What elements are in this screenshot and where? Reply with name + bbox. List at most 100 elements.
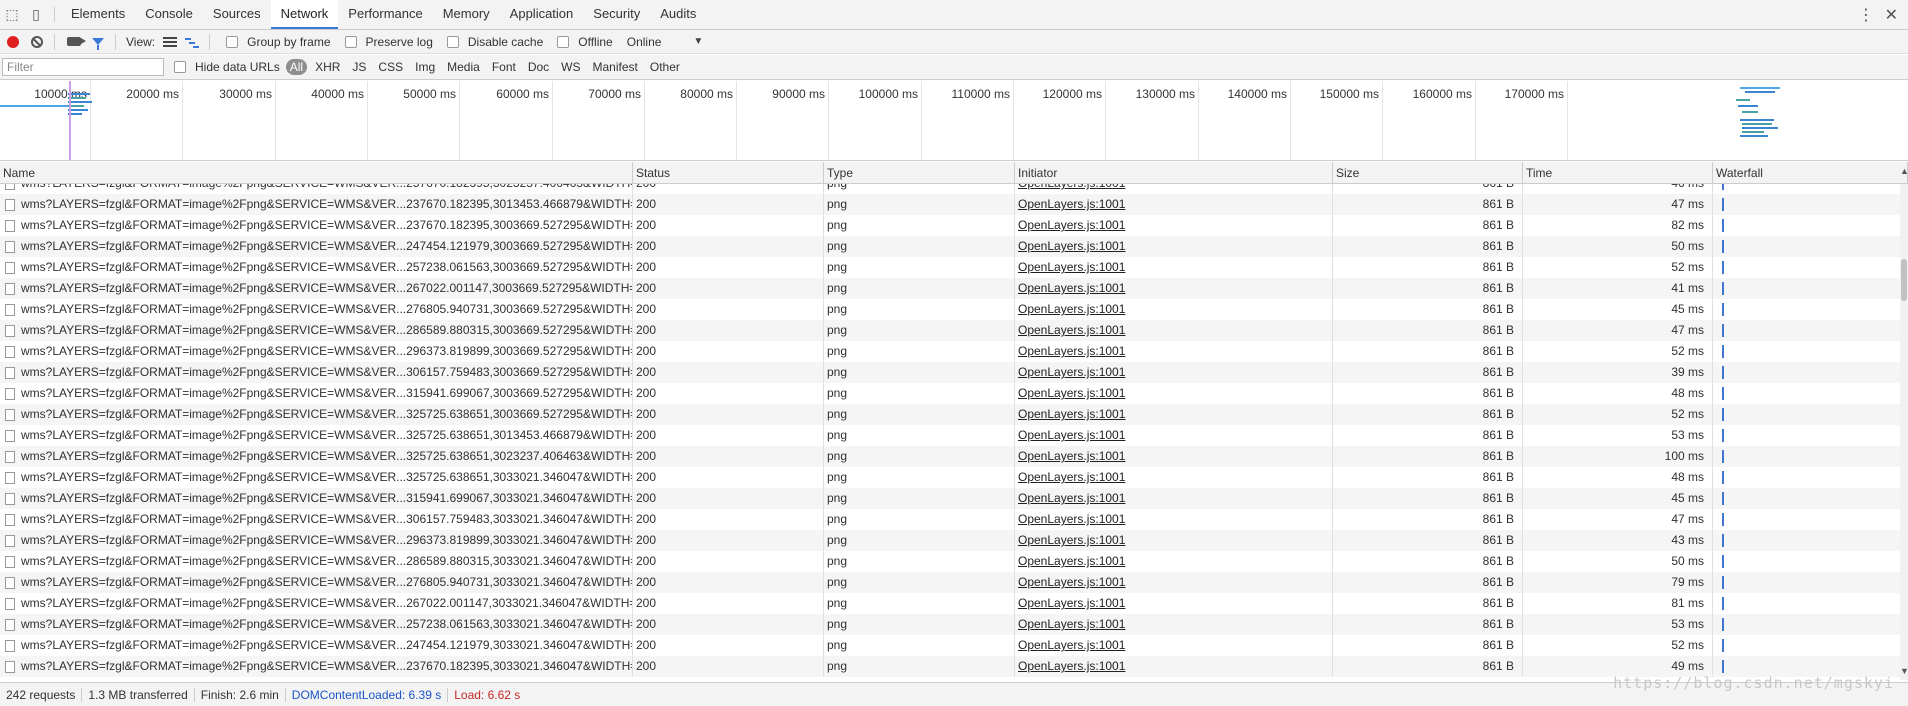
table-row[interactable]: wms?LAYERS=fzgl&FORMAT=image%2Fpng&SERVI… [0,278,1908,299]
table-row[interactable]: wms?LAYERS=fzgl&FORMAT=image%2Fpng&SERVI… [0,320,1908,341]
tab-security[interactable]: Security [583,0,650,29]
filter-type-font[interactable]: Font [488,59,520,75]
initiator-link[interactable]: OpenLayers.js:1001 [1018,184,1125,190]
chevron-down-icon[interactable]: ▼ [693,36,703,47]
cell-name[interactable]: wms?LAYERS=fzgl&FORMAT=image%2Fpng&SERVI… [0,593,633,614]
initiator-link[interactable]: OpenLayers.js:1001 [1018,659,1125,673]
table-row[interactable]: wms?LAYERS=fzgl&FORMAT=image%2Fpng&SERVI… [0,404,1908,425]
initiator-link[interactable]: OpenLayers.js:1001 [1018,638,1125,652]
cell-name[interactable]: wms?LAYERS=fzgl&FORMAT=image%2Fpng&SERVI… [0,320,633,341]
cell-name[interactable]: wms?LAYERS=fzgl&FORMAT=image%2Fpng&SERVI… [0,425,633,446]
cell-name[interactable]: wms?LAYERS=fzgl&FORMAT=image%2Fpng&SERVI… [0,184,633,194]
table-row[interactable]: wms?LAYERS=fzgl&FORMAT=image%2Fpng&SERVI… [0,488,1908,509]
table-row[interactable]: wms?LAYERS=fzgl&FORMAT=image%2Fpng&SERVI… [0,341,1908,362]
vertical-scrollbar[interactable] [1900,184,1908,680]
table-row[interactable]: wms?LAYERS=fzgl&FORMAT=image%2Fpng&SERVI… [0,362,1908,383]
table-row[interactable]: wms?LAYERS=fzgl&FORMAT=image%2Fpng&SERVI… [0,530,1908,551]
initiator-link[interactable]: OpenLayers.js:1001 [1018,197,1125,211]
scrollbar-thumb[interactable] [1901,259,1907,301]
initiator-link[interactable]: OpenLayers.js:1001 [1018,470,1125,484]
filter-input[interactable] [2,58,164,76]
table-row[interactable]: wms?LAYERS=fzgl&FORMAT=image%2Fpng&SERVI… [0,614,1908,635]
offline-checkbox[interactable] [557,35,570,48]
cell-name[interactable]: wms?LAYERS=fzgl&FORMAT=image%2Fpng&SERVI… [0,341,633,362]
cell-name[interactable]: wms?LAYERS=fzgl&FORMAT=image%2Fpng&SERVI… [0,656,633,677]
initiator-link[interactable]: OpenLayers.js:1001 [1018,512,1125,526]
cell-name[interactable]: wms?LAYERS=fzgl&FORMAT=image%2Fpng&SERVI… [0,383,633,404]
tab-sources[interactable]: Sources [203,0,271,29]
filter-type-all[interactable]: All [285,59,308,75]
tab-performance[interactable]: Performance [338,0,432,29]
initiator-link[interactable]: OpenLayers.js:1001 [1018,386,1125,400]
table-row[interactable]: wms?LAYERS=fzgl&FORMAT=image%2Fpng&SERVI… [0,257,1908,278]
cell-name[interactable]: wms?LAYERS=fzgl&FORMAT=image%2Fpng&SERVI… [0,299,633,320]
table-row[interactable]: wms?LAYERS=fzgl&FORMAT=image%2Fpng&SERVI… [0,215,1908,236]
more-options-icon[interactable]: ⋮ [1858,0,1874,30]
initiator-link[interactable]: OpenLayers.js:1001 [1018,617,1125,631]
disable-cache-checkbox[interactable] [446,35,459,48]
initiator-link[interactable]: OpenLayers.js:1001 [1018,407,1125,421]
filter-type-media[interactable]: Media [443,59,484,75]
cell-name[interactable]: wms?LAYERS=fzgl&FORMAT=image%2Fpng&SERVI… [0,635,633,656]
cell-name[interactable]: wms?LAYERS=fzgl&FORMAT=image%2Fpng&SERVI… [0,509,633,530]
table-row[interactable]: wms?LAYERS=fzgl&FORMAT=image%2Fpng&SERVI… [0,467,1908,488]
network-overview[interactable]: 10000 ms 20000 ms 30000 ms 40000 ms 50000 ms… [0,81,1908,161]
table-row[interactable]: wms?LAYERS=fzgl&FORMAT=image%2Fpng&SERVI… [0,383,1908,404]
table-row[interactable]: wms?LAYERS=fzgl&FORMAT=image%2Fpng&SERVI… [0,299,1908,320]
initiator-link[interactable]: OpenLayers.js:1001 [1018,344,1125,358]
initiator-link[interactable]: OpenLayers.js:1001 [1018,323,1125,337]
tab-elements[interactable]: Elements [61,0,135,29]
table-row[interactable]: wms?LAYERS=fzgl&FORMAT=image%2Fpng&SERVI… [0,184,1908,194]
cell-name[interactable]: wms?LAYERS=fzgl&FORMAT=image%2Fpng&SERVI… [0,446,633,467]
cell-name[interactable]: wms?LAYERS=fzgl&FORMAT=image%2Fpng&SERVI… [0,362,633,383]
initiator-link[interactable]: OpenLayers.js:1001 [1018,554,1125,568]
cell-name[interactable]: wms?LAYERS=fzgl&FORMAT=image%2Fpng&SERVI… [0,194,633,215]
group-by-frame-checkbox[interactable] [226,35,239,48]
cell-name[interactable]: wms?LAYERS=fzgl&FORMAT=image%2Fpng&SERVI… [0,404,633,425]
initiator-link[interactable]: OpenLayers.js:1001 [1018,239,1125,253]
initiator-link[interactable]: OpenLayers.js:1001 [1018,281,1125,295]
preserve-log-checkbox[interactable] [344,35,357,48]
tab-application[interactable]: Application [500,0,584,29]
filter-type-ws[interactable]: WS [557,59,584,75]
table-row[interactable]: wms?LAYERS=fzgl&FORMAT=image%2Fpng&SERVI… [0,635,1908,656]
scroll-down-icon[interactable]: ▼ [1900,666,1908,676]
filter-type-js[interactable]: JS [348,59,370,75]
initiator-link[interactable]: OpenLayers.js:1001 [1018,449,1125,463]
initiator-link[interactable]: OpenLayers.js:1001 [1018,302,1125,316]
initiator-link[interactable]: OpenLayers.js:1001 [1018,575,1125,589]
column-header-time[interactable]: Time [1523,162,1713,183]
record-button[interactable] [2,31,24,53]
filter-type-doc[interactable]: Doc [524,59,553,75]
cell-name[interactable]: wms?LAYERS=fzgl&FORMAT=image%2Fpng&SERVI… [0,215,633,236]
cell-name[interactable]: wms?LAYERS=fzgl&FORMAT=image%2Fpng&SERVI… [0,530,633,551]
column-header-initiator[interactable]: Initiator [1015,162,1333,183]
initiator-link[interactable]: OpenLayers.js:1001 [1018,533,1125,547]
inspect-element-icon[interactable]: ⬚ [0,0,24,29]
tab-console[interactable]: Console [135,0,203,29]
filter-toggle-button[interactable] [87,31,109,53]
table-row[interactable]: wms?LAYERS=fzgl&FORMAT=image%2Fpng&SERVI… [0,593,1908,614]
large-rows-icon[interactable] [163,36,178,47]
hide-data-urls-checkbox[interactable] [174,61,186,73]
table-row[interactable]: wms?LAYERS=fzgl&FORMAT=image%2Fpng&SERVI… [0,194,1908,215]
filter-type-xhr[interactable]: XHR [311,59,344,75]
cell-name[interactable]: wms?LAYERS=fzgl&FORMAT=image%2Fpng&SERVI… [0,257,633,278]
initiator-link[interactable]: OpenLayers.js:1001 [1018,491,1125,505]
cell-name[interactable]: wms?LAYERS=fzgl&FORMAT=image%2Fpng&SERVI… [0,467,633,488]
cell-name[interactable]: wms?LAYERS=fzgl&FORMAT=image%2Fpng&SERVI… [0,614,633,635]
initiator-link[interactable]: OpenLayers.js:1001 [1018,260,1125,274]
cell-name[interactable]: wms?LAYERS=fzgl&FORMAT=image%2Fpng&SERVI… [0,572,633,593]
column-header-name[interactable]: Name [0,162,633,183]
overview-icon[interactable] [185,37,200,48]
table-row[interactable]: wms?LAYERS=fzgl&FORMAT=image%2Fpng&SERVI… [0,551,1908,572]
cell-name[interactable]: wms?LAYERS=fzgl&FORMAT=image%2Fpng&SERVI… [0,236,633,257]
table-row[interactable]: wms?LAYERS=fzgl&FORMAT=image%2Fpng&SERVI… [0,236,1908,257]
scroll-up-icon[interactable]: ▲ [1900,166,1908,176]
filter-type-css[interactable]: CSS [374,59,407,75]
capture-screenshots-button[interactable] [63,31,86,53]
table-row[interactable]: wms?LAYERS=fzgl&FORMAT=image%2Fpng&SERVI… [0,425,1908,446]
filter-type-img[interactable]: Img [411,59,439,75]
tab-network[interactable]: Network [270,0,339,29]
column-header-status[interactable]: Status [633,162,824,183]
